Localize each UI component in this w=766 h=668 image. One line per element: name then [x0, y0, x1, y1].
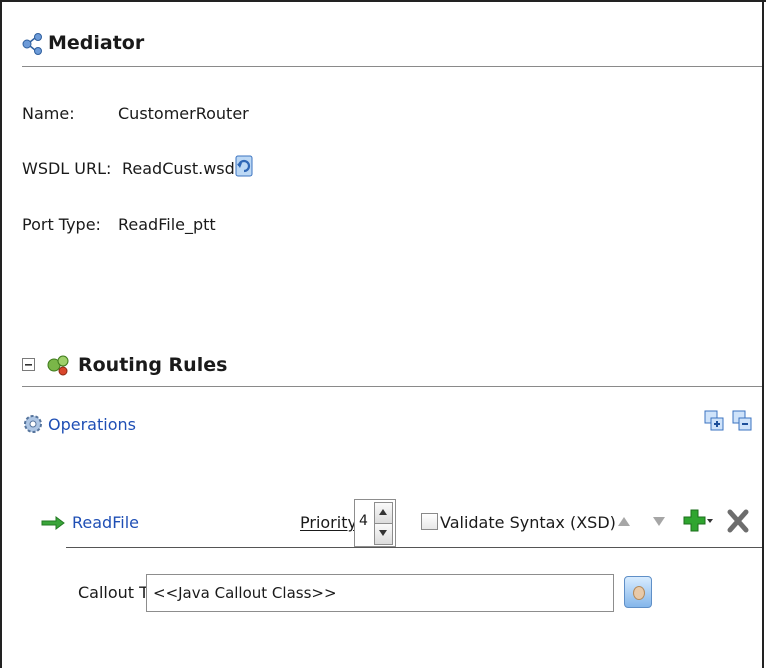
routing-divider [22, 386, 762, 387]
validate-syntax-label[interactable]: Validate Syntax (XSD) [440, 513, 616, 532]
priority-decrement-button[interactable] [374, 523, 393, 545]
refresh-wsdl-icon[interactable] [232, 153, 256, 179]
arrow-right-icon [41, 516, 65, 530]
spin-up-icon [379, 509, 387, 515]
wsdl-url-label: WSDL URL: [22, 159, 112, 178]
port-type-value: ReadFile_ptt [118, 215, 216, 234]
priority-increment-button[interactable] [374, 502, 393, 524]
frame-top-border [0, 0, 766, 2]
mediator-divider [22, 66, 762, 67]
wsdl-url-value: ReadCust.wsdl [122, 159, 240, 178]
spin-down-icon [379, 530, 387, 536]
operations-link[interactable]: Operations [48, 415, 136, 434]
name-value: CustomerRouter [118, 104, 249, 123]
mediator-title: Mediator [48, 32, 145, 54]
expand-all-icon[interactable] [703, 409, 725, 433]
browse-button[interactable] [624, 576, 652, 608]
callout-class-value[interactable]: <<Java Callout Class>> [153, 584, 337, 602]
collapse-all-icon[interactable] [731, 409, 753, 433]
move-up-icon[interactable] [617, 515, 631, 527]
port-type-label: Port Type: [22, 215, 101, 234]
routing-rules-title: Routing Rules [78, 354, 228, 376]
collapse-icon[interactable] [22, 358, 36, 372]
callout-class-input[interactable]: <<Java Callout Class>> [146, 574, 614, 612]
callout-to-label: Callout To [78, 583, 156, 602]
rule-divider [66, 547, 762, 548]
frame-right-border [762, 0, 764, 668]
routing-rules-icon [47, 355, 69, 376]
priority-stepper[interactable]: 4 [354, 499, 396, 547]
name-label: Name: [22, 104, 75, 123]
mediator-icon [22, 33, 42, 55]
delete-icon[interactable] [726, 508, 750, 534]
priority-label: Priority [300, 513, 357, 532]
frame-left-border [0, 0, 2, 668]
operation-readfile-link[interactable]: ReadFile [72, 513, 139, 532]
operations-gear-icon [24, 415, 42, 433]
move-down-icon[interactable] [652, 516, 666, 528]
browse-icon [633, 586, 645, 600]
priority-value[interactable]: 4 [359, 513, 368, 529]
validate-syntax-checkbox[interactable] [421, 513, 438, 530]
add-icon[interactable] [683, 508, 713, 534]
